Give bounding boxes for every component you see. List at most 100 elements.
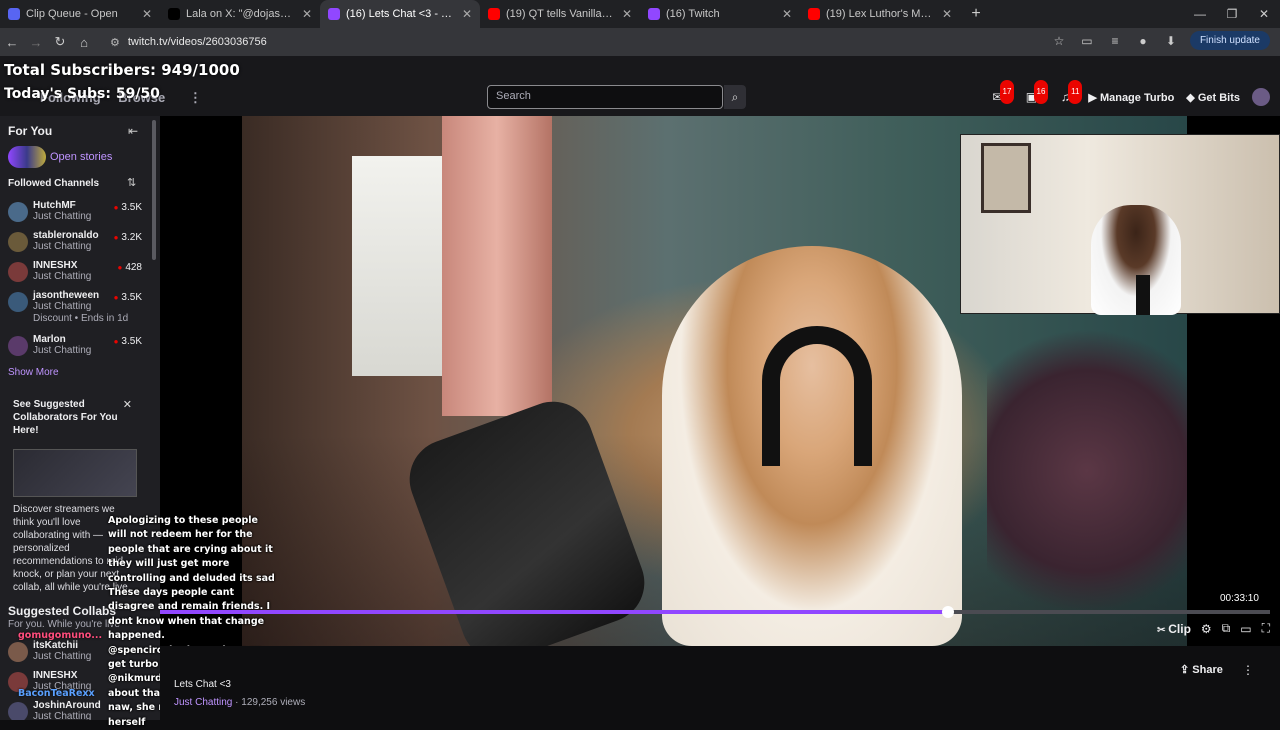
- forward-icon[interactable]: →: [24, 35, 48, 50]
- share-label: Share: [1192, 664, 1223, 676]
- stories-row[interactable]: Open stories: [8, 146, 112, 168]
- home-icon[interactable]: ⌂: [72, 35, 96, 50]
- video-meta: Just Chatting · 129,256 views: [174, 697, 305, 708]
- reactor-webcam: [960, 134, 1280, 315]
- fullscreen-icon[interactable]: ⛶: [1262, 621, 1270, 636]
- sidebar-channel[interactable]: stableronaldoJust Chatting 3.2K: [8, 230, 150, 256]
- drops-icon[interactable]: ✉ 17: [986, 80, 1015, 108]
- category-link[interactable]: Just Chatting: [174, 697, 232, 708]
- notifications-bell-icon[interactable]: ♫ 11: [1054, 80, 1083, 108]
- chat-message: These days people cant disagree and rema…: [108, 587, 271, 642]
- tab-favicon-icon: [488, 8, 500, 20]
- browser-tab[interactable]: (19) Lex Luthor's Monkey Bots ✕: [800, 0, 960, 28]
- show-more-link[interactable]: Show More: [8, 367, 59, 378]
- progress-knob[interactable]: [942, 606, 955, 618]
- viewer-count: 428: [117, 262, 142, 273]
- settings-gear-icon[interactable]: ⚙: [1201, 622, 1212, 636]
- browser-tab[interactable]: Clip Queue - Open ✕: [0, 0, 160, 28]
- channel-name: INNESHX: [33, 260, 78, 271]
- channel-name: HutchMF: [33, 200, 76, 211]
- tab-favicon-icon: [328, 8, 340, 20]
- channel-category: Just Chatting: [33, 271, 92, 282]
- suggest-preview-image[interactable]: [13, 449, 137, 497]
- channel-category: Just Chatting: [33, 211, 92, 222]
- cast-icon[interactable]: ▭: [1078, 34, 1096, 48]
- sort-icon[interactable]: ⇅: [127, 176, 136, 189]
- viewer-count: 3.5K: [114, 336, 142, 347]
- reactor-microphone: [1136, 275, 1150, 315]
- video-duration: 00:33:10: [1220, 593, 1259, 604]
- close-tab-icon[interactable]: ✕: [782, 7, 792, 21]
- inbox-icon[interactable]: ▣ 16: [1020, 80, 1049, 108]
- channel-promo: Discount • Ends in 1d: [33, 313, 129, 324]
- user-avatar[interactable]: [1252, 88, 1270, 106]
- back-icon[interactable]: ←: [0, 35, 24, 50]
- search-input[interactable]: Search: [487, 85, 723, 109]
- url-text: twitch.tv/videos/2603036756: [127, 36, 267, 48]
- browser-tab-bar: Clip Queue - Open✕Lala on X: "@dojasunre…: [0, 0, 1280, 28]
- get-bits-button[interactable]: ◆ Get Bits: [1186, 91, 1240, 104]
- video-title: Lets Chat <3: [174, 679, 231, 690]
- sidebar-scrollbar[interactable]: [152, 120, 156, 260]
- video-player[interactable]: [160, 116, 1280, 646]
- extensions-icon[interactable]: ≡: [1106, 34, 1124, 48]
- more-menu-icon[interactable]: ⋮: [189, 90, 202, 105]
- view-count: · 129,256 views: [235, 697, 306, 708]
- bookmark-star-icon[interactable]: ☆: [1050, 34, 1068, 48]
- tab-favicon-icon: [168, 8, 180, 20]
- maximize-button[interactable]: ❐: [1216, 0, 1248, 28]
- browser-tab[interactable]: (16) Twitch ✕: [640, 0, 800, 28]
- search-icon[interactable]: ⌕: [724, 85, 746, 109]
- sidebar-channel[interactable]: jasontheweenJust Chatting 3.5K Discount • …: [8, 290, 150, 324]
- tab-list: Clip Queue - Open✕Lala on X: "@dojasunre…: [0, 0, 960, 28]
- reload-icon[interactable]: ↻: [48, 34, 72, 50]
- close-tab-icon[interactable]: ✕: [622, 7, 632, 21]
- manage-turbo-button[interactable]: ▶ Manage Turbo: [1088, 91, 1174, 104]
- suggest-header: See Suggested Collaborators For You Here…: [13, 399, 118, 436]
- sidebar-channel[interactable]: HutchMFJust Chatting 3.5K: [8, 200, 150, 226]
- theatre-mode-icon[interactable]: ▭: [1240, 622, 1251, 636]
- get-bits-label: Get Bits: [1197, 91, 1240, 104]
- microphone: [398, 390, 656, 646]
- tab-title: (16) Twitch: [666, 8, 720, 20]
- channel-name: Marlon: [33, 334, 66, 345]
- browser-tab[interactable]: (19) QT tells VanillaMace + Kat ✕: [480, 0, 640, 28]
- channel-category: Just Chatting: [33, 301, 92, 312]
- close-tab-icon[interactable]: ✕: [462, 7, 472, 21]
- finish-update-button[interactable]: Finish update: [1189, 31, 1270, 50]
- background-curtain: [442, 116, 552, 416]
- share-button[interactable]: ⇪ Share: [1180, 663, 1223, 676]
- more-options-icon[interactable]: ⋮: [1242, 663, 1254, 677]
- chat-alert-user: gomugomuno...: [18, 630, 103, 641]
- background-plant: [987, 296, 1187, 646]
- notification-count: 11: [1068, 80, 1083, 104]
- tab-title: (16) Lets Chat <3 - Twitch: [346, 8, 456, 20]
- chat-message: Apologizing to these people will not red…: [108, 515, 275, 584]
- close-icon[interactable]: ✕: [123, 398, 132, 411]
- browser-tab[interactable]: (16) Lets Chat <3 - Twitch ✕: [320, 0, 480, 28]
- browser-tab[interactable]: Lala on X: "@dojasunreleased u ✕: [160, 0, 320, 28]
- close-tab-icon[interactable]: ✕: [942, 7, 952, 21]
- sidebar-channel[interactable]: MarlonJust Chatting 3.5K: [8, 334, 150, 360]
- close-tab-icon[interactable]: ✕: [302, 7, 312, 21]
- url-field[interactable]: ⚙ twitch.tv/videos/2603036756: [104, 31, 1104, 53]
- close-tab-icon[interactable]: ✕: [142, 7, 152, 21]
- viewer-count: 3.2K: [114, 232, 142, 243]
- clip-button[interactable]: ✂ Clip: [1157, 622, 1191, 636]
- manage-turbo-label: Manage Turbo: [1099, 91, 1175, 104]
- site-info-icon[interactable]: ⚙: [110, 36, 120, 49]
- minimize-button[interactable]: —: [1184, 0, 1216, 28]
- collapse-sidebar-icon[interactable]: ⇤: [128, 124, 138, 138]
- channel-name: jasontheween: [33, 290, 100, 301]
- new-tab-button[interactable]: +: [966, 5, 986, 23]
- notification-count: 16: [1033, 80, 1049, 104]
- progress-bar[interactable]: [160, 606, 1270, 618]
- channel-category: Just Chatting: [33, 345, 92, 356]
- profile-icon[interactable]: ●: [1134, 34, 1152, 48]
- close-window-button[interactable]: ✕: [1248, 0, 1280, 28]
- sidebar-channel[interactable]: INNESHXJust Chatting 428: [8, 260, 150, 286]
- todays-subs-overlay: Today's Subs: 59/50: [4, 86, 160, 102]
- cast-icon[interactable]: ⧉: [1222, 621, 1231, 636]
- open-stories-link[interactable]: Open stories: [50, 151, 112, 163]
- downloads-icon[interactable]: ⬇: [1162, 34, 1180, 48]
